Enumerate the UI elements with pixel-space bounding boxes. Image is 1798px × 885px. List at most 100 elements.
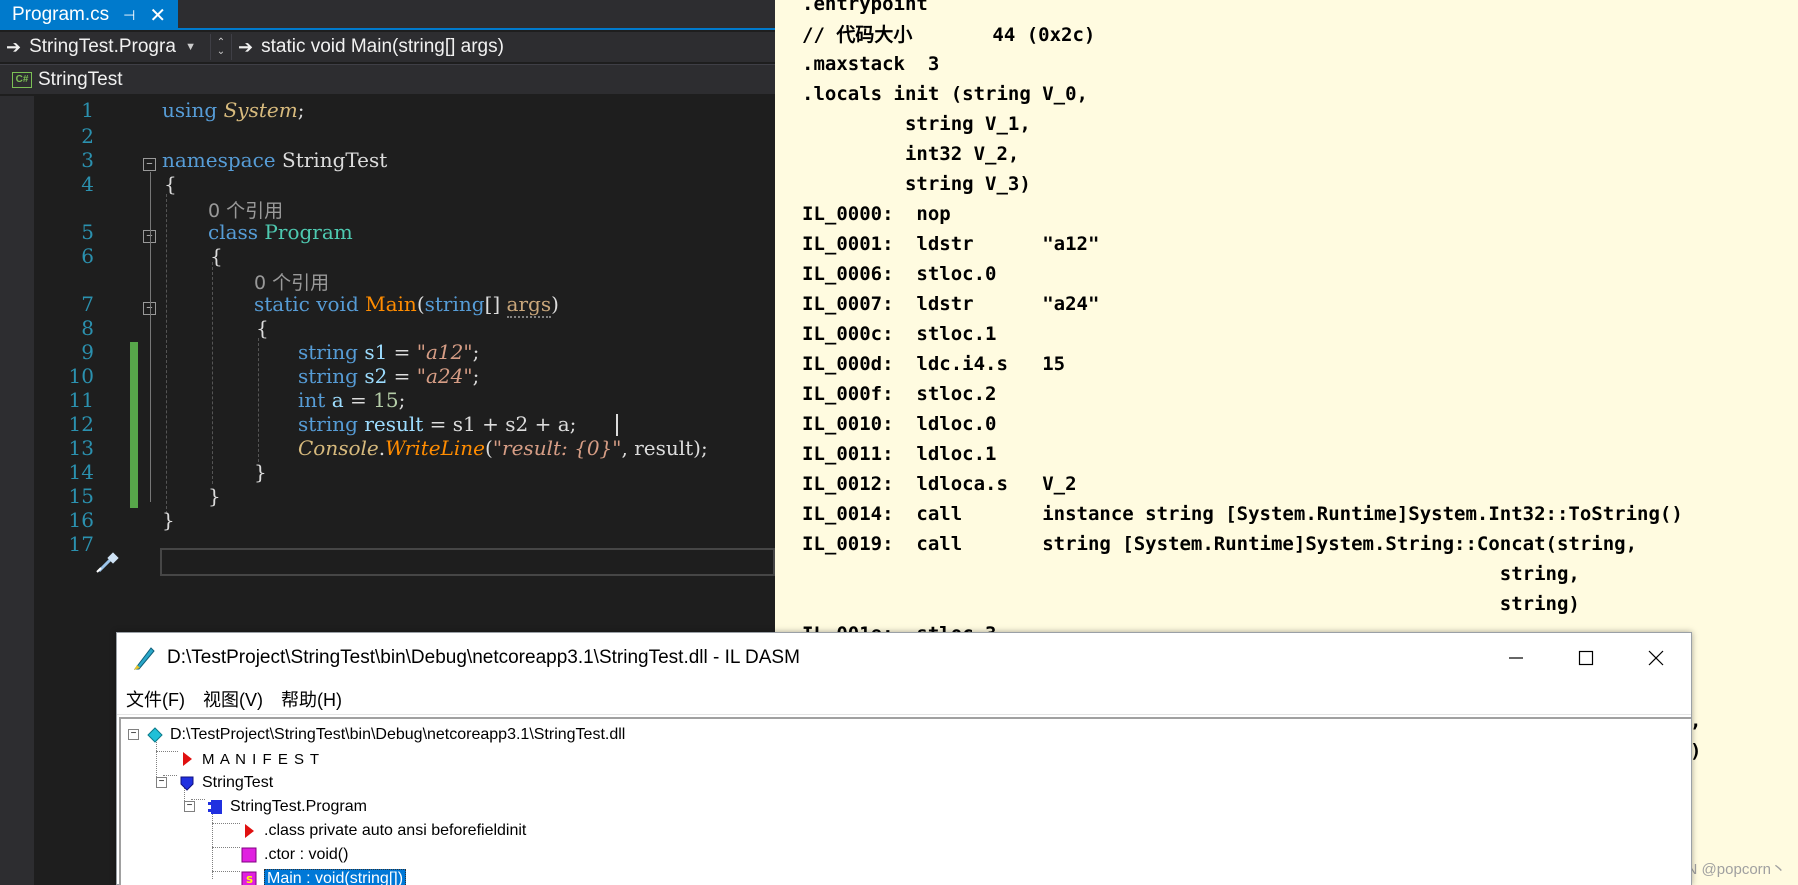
line-number: 1 [81, 98, 94, 122]
tree-connector [156, 751, 178, 752]
line-number: 16 [68, 508, 94, 532]
close-icon[interactable]: ✕ [149, 3, 166, 28]
tree-connector [212, 871, 240, 872]
line-number: 12 [68, 412, 94, 436]
maximize-button[interactable] [1551, 633, 1621, 683]
line-number: 6 [81, 244, 94, 268]
assembly-diamond-icon [147, 727, 163, 743]
close-button[interactable] [1621, 633, 1691, 683]
tree-node-ctor[interactable]: .ctor : void() [241, 843, 348, 867]
static-method-icon: S [241, 871, 257, 885]
tree-connector [191, 799, 205, 800]
il-line: string, [802, 563, 1580, 585]
menu-view[interactable]: 视图(V) [194, 686, 272, 712]
svg-text:S: S [246, 875, 253, 885]
member-dropdown-label: static void Main(string[] args) [261, 36, 504, 57]
arrow-right-icon: ➔ [6, 36, 22, 57]
tree-node-label: StringTest [202, 774, 274, 791]
namespace-shield-icon [180, 776, 194, 791]
expand-toggle[interactable]: − [184, 801, 195, 812]
tree-node-label: D:\TestProject\StringTest\bin\Debug\netc… [170, 726, 626, 743]
tab-program-cs[interactable]: Program.cs ⊣ ✕ [0, 0, 178, 30]
il-line: IL_000c: stloc.1 [802, 323, 997, 345]
line-number: 17 [68, 532, 94, 556]
line-number: 10 [68, 364, 94, 388]
code-line-15: } [208, 484, 221, 508]
code-line-9: string s1 = "a12"; [298, 340, 480, 364]
line-number: 14 [68, 460, 94, 484]
reference-count-hint[interactable]: 0 个引用 [208, 196, 283, 223]
il-line: .entrypoint [802, 0, 928, 15]
maximize-icon [1578, 650, 1594, 666]
tab-title: Program.cs [12, 4, 110, 25]
tree-node-label: StringTest.Program [230, 798, 367, 815]
reference-count-hint[interactable]: 0 个引用 [254, 268, 329, 295]
il-line: IL_0012: ldloca.s V_2 [802, 473, 1077, 495]
expand-toggle[interactable]: − [128, 729, 139, 740]
project-bar[interactable]: C# StringTest [0, 64, 775, 94]
code-line-5: class Program [208, 220, 353, 244]
menu-file[interactable]: 文件(F) [117, 686, 194, 712]
method-icon [241, 847, 257, 863]
tree-node-namespace[interactable]: StringTest [179, 771, 273, 795]
window-title: D:\TestProject\StringTest\bin\Debug\netc… [167, 647, 800, 668]
code-line-14: } [254, 460, 267, 484]
tree-node-class-declaration[interactable]: .class private auto ansi beforefieldinit [241, 819, 526, 843]
il-line: IL_0019: call string [System.Runtime]Sys… [802, 533, 1638, 555]
navigation-spinner[interactable]: ⌃ ⌄ [210, 34, 232, 60]
type-dropdown-label: StringTest.Progra [29, 36, 176, 57]
menu-help[interactable]: 帮助(H) [272, 686, 351, 712]
indent-guide [258, 338, 259, 462]
line-number: 11 [68, 388, 94, 412]
menu-bar: 文件(F) 视图(V) 帮助(H) [117, 683, 1691, 715]
line-number: 9 [81, 340, 94, 364]
il-line: IL_0001: ldstr "a12" [802, 233, 1100, 255]
class-icon [208, 800, 222, 814]
code-line-1: using System; [162, 98, 305, 122]
editor-margin [0, 96, 34, 885]
member-dropdown[interactable]: ➔ static void Main(string[] args) [232, 34, 510, 60]
il-line: .maxstack 3 [802, 53, 940, 75]
code-line-3: namespace StringTest [162, 148, 388, 172]
tree-node-manifest[interactable]: M A N I F E S T [179, 747, 320, 771]
tree-node-label-selected: Main : void(string[]) [264, 869, 407, 885]
il-line: IL_0000: nop [802, 203, 951, 225]
line-number: 3 [81, 148, 94, 172]
tree-node-label: .class private auto ansi beforefieldinit [264, 822, 527, 839]
pin-icon[interactable]: ⊣ [123, 7, 135, 24]
ildasm-app-icon [133, 647, 155, 670]
expand-toggle[interactable]: − [156, 777, 167, 788]
code-line-7: static void Main(string[] args) [254, 292, 559, 318]
code-line-10: string s2 = "a24"; [298, 364, 480, 388]
il-line: IL_0011: ldloc.1 [802, 443, 997, 465]
declaration-triangle-icon [245, 824, 254, 838]
collapse-namespace-toggle[interactable]: − [143, 158, 156, 171]
window-controls [1481, 633, 1691, 683]
tree-node-class[interactable]: StringTest.Program [207, 795, 367, 819]
quick-actions-brush-icon[interactable] [95, 552, 121, 574]
line-number: 15 [68, 484, 94, 508]
csharp-project-icon: C# [12, 71, 32, 88]
code-line-13: Console.WriteLine("result: {0}", result)… [298, 436, 708, 460]
window-title-bar[interactable]: D:\TestProject\StringTest\bin\Debug\netc… [117, 633, 1691, 683]
tree-node-label: M A N I F E S T [202, 750, 321, 768]
line-number: 2 [81, 124, 94, 148]
line-number: 5 [81, 220, 94, 244]
minimize-button[interactable] [1481, 633, 1551, 683]
type-dropdown[interactable]: ➔ StringTest.Progra ▼ [0, 34, 210, 60]
project-name: StringTest [38, 68, 123, 90]
tree-connector [212, 847, 240, 848]
il-line: string) [802, 593, 1580, 615]
tree-node-assembly[interactable]: D:\TestProject\StringTest\bin\Debug\netc… [147, 723, 625, 747]
manifest-triangle-icon [183, 752, 192, 766]
arrow-right-icon: ➔ [238, 36, 254, 57]
il-line: // 代码大小 44 (0x2c) [802, 24, 1096, 46]
line-number: 8 [81, 316, 94, 340]
navigation-bar: ➔ StringTest.Progra ▼ ⌃ ⌄ ➔ static void M… [0, 32, 775, 62]
assembly-tree-view[interactable]: − − − D:\TestProject\StringTest\bin\Debu… [119, 717, 1691, 885]
current-line-highlight [160, 548, 775, 576]
line-number: 4 [81, 172, 94, 196]
document-tab-bar: Program.cs ⊣ ✕ [0, 0, 775, 30]
il-line: IL_0007: ldstr "a24" [802, 293, 1100, 315]
tree-node-main[interactable]: S Main : void(string[]) [241, 867, 407, 885]
